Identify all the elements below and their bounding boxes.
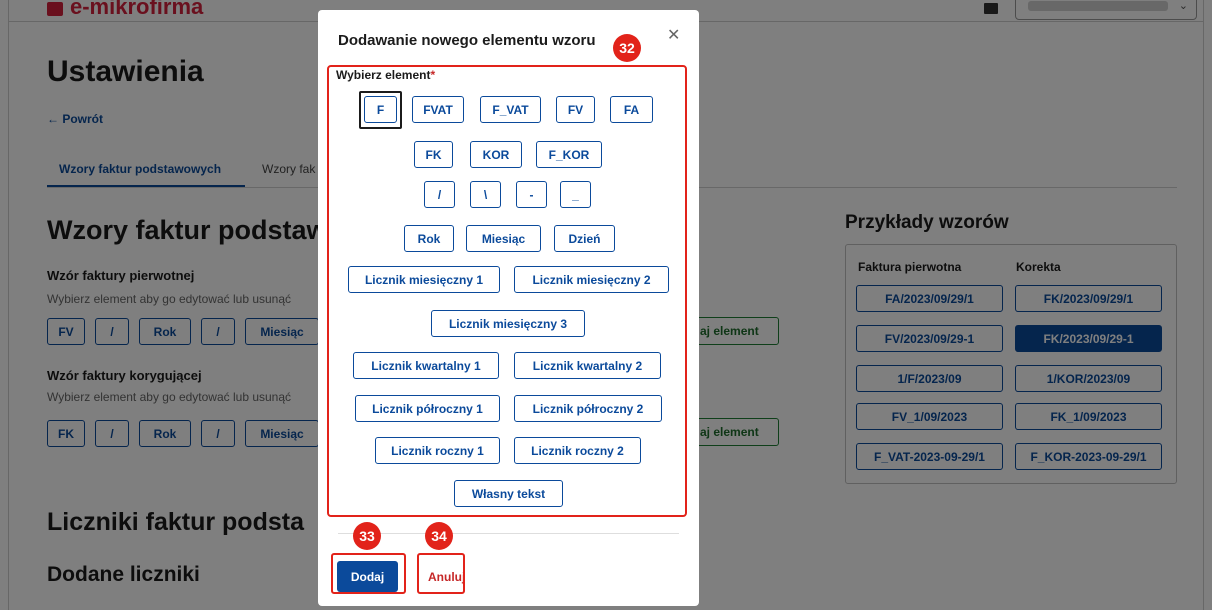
- modal-footer-divider: [338, 533, 679, 534]
- annotation-badge: 34: [425, 522, 453, 550]
- annotation-frame-submit: [331, 553, 406, 594]
- close-icon[interactable]: ✕: [667, 25, 680, 45]
- annotation-frame-elements: [327, 65, 687, 517]
- annotation-badge: 32: [613, 34, 641, 62]
- annotation-frame-cancel: [417, 553, 465, 594]
- annotation-badge: 33: [353, 522, 381, 550]
- modal-title: Dodawanie nowego elementu wzoru: [338, 32, 596, 49]
